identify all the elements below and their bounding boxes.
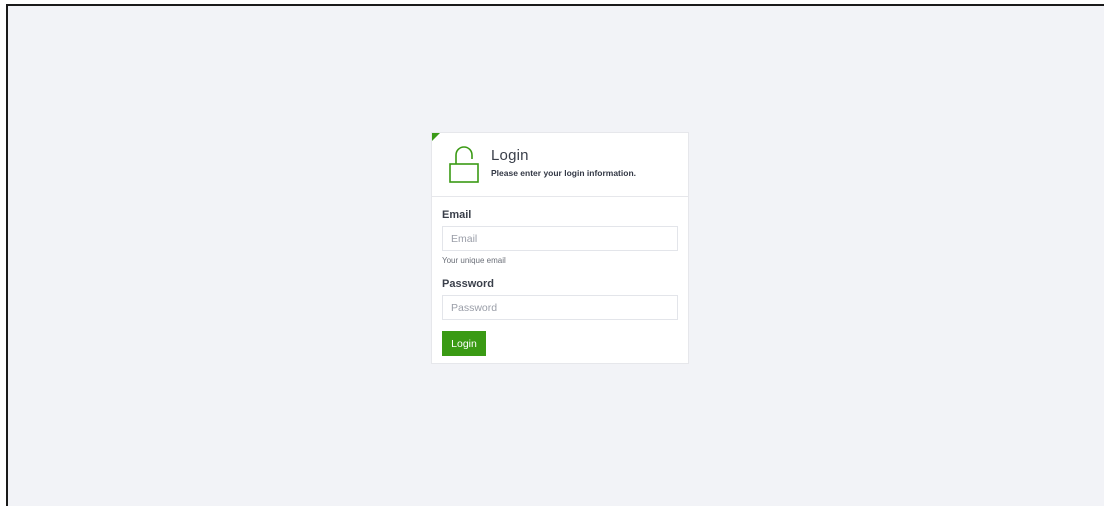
email-label: Email — [442, 209, 472, 221]
login-button[interactable]: Login — [442, 331, 486, 356]
password-label: Password — [442, 278, 494, 290]
login-title: Login — [491, 147, 529, 164]
unlocked-padlock-icon — [449, 146, 479, 183]
login-subtitle: Please enter your login information. — [491, 168, 636, 178]
email-helper-text: Your unique email — [442, 256, 506, 265]
login-card: Login Please enter your login informatio… — [431, 132, 689, 364]
header-text: Login Please enter your login informatio… — [491, 147, 636, 178]
email-input[interactable] — [442, 226, 678, 251]
login-card-header: Login Please enter your login informatio… — [432, 133, 688, 197]
page-viewport: Login Please enter your login informatio… — [6, 4, 1104, 506]
login-form: Email Your unique email Password Login — [432, 197, 688, 356]
password-input[interactable] — [442, 295, 678, 320]
